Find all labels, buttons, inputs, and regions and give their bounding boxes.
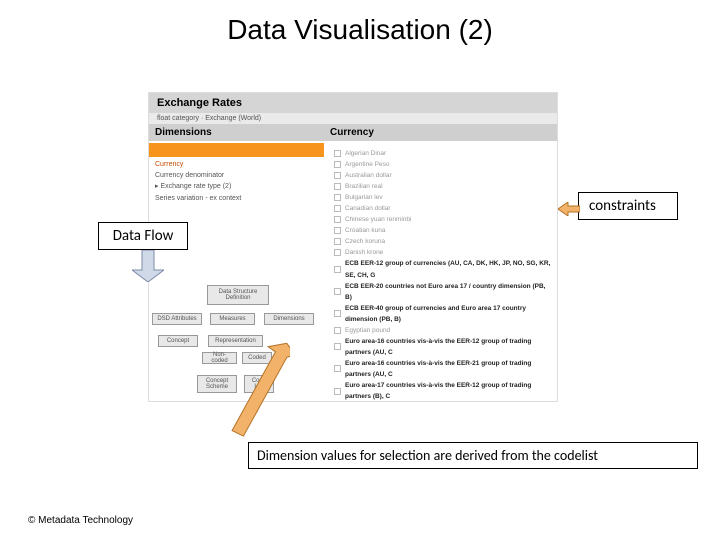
dim-box: Dimensions: [264, 313, 314, 325]
active-bar: [149, 143, 324, 157]
list-item[interactable]: Bulgarian lev: [334, 192, 553, 203]
list-item-dark[interactable]: Euro area-17 countries vis-à-vis the EER…: [334, 380, 553, 402]
checkbox-icon[interactable]: [334, 194, 341, 201]
checkbox-icon[interactable]: [334, 388, 341, 395]
slide-title: Data Visualisation (2): [0, 14, 720, 46]
caption-box: Dimension values for selection are deriv…: [248, 442, 698, 469]
list-item-dark[interactable]: ECB EER-40 group of currencies and Euro …: [334, 303, 553, 325]
checkbox-icon[interactable]: [334, 150, 341, 157]
checkbox-icon[interactable]: [334, 288, 341, 295]
list-item[interactable]: Brazilian real: [334, 181, 553, 192]
checkbox-icon[interactable]: [334, 310, 341, 317]
footer-text: © Metadata Technology: [28, 515, 133, 526]
meas-box: Measures: [210, 313, 255, 325]
checkbox-icon[interactable]: [334, 205, 341, 212]
dim-item[interactable]: ▸ Exchange rate type (2): [155, 181, 318, 192]
list-item[interactable]: Argentine Peso: [334, 159, 553, 170]
list-item[interactable]: Czech koruna: [334, 236, 553, 247]
list-item-dark[interactable]: Euro area-16 countries vis-à-vis the EER…: [334, 336, 553, 358]
dim-item-active[interactable]: Currency: [155, 159, 318, 170]
list-item[interactable]: Croatian kuna: [334, 225, 553, 236]
checkbox-icon[interactable]: [334, 216, 341, 223]
panel-subheader: float category · Exchange (World): [149, 113, 557, 124]
checkbox-icon[interactable]: [334, 327, 341, 334]
checkbox-icon[interactable]: [334, 266, 341, 273]
panel-header: Exchange Rates: [149, 93, 557, 113]
checkbox-icon[interactable]: [334, 172, 341, 179]
concept-box: Concept: [158, 335, 198, 347]
list-item[interactable]: Egyptian pound: [334, 325, 553, 336]
list-item[interactable]: Chinese yuan renminbi: [334, 214, 553, 225]
checkbox-icon[interactable]: [334, 343, 341, 350]
list-item[interactable]: Canadian dollar: [334, 203, 553, 214]
dimensions-heading: Dimensions: [149, 124, 324, 141]
constraints-callout: constraints: [578, 192, 678, 220]
list-item-dark[interactable]: ECB EER-12 group of currencies (AU, CA, …: [334, 258, 553, 280]
list-item-dark[interactable]: ECB EER-20 countries not Euro area 17 / …: [334, 281, 553, 303]
list-item[interactable]: Algerian Dinar: [334, 148, 553, 159]
dim-item[interactable]: Series variation - ex context: [155, 193, 318, 204]
dim-item[interactable]: Currency denominator: [155, 170, 318, 181]
arrow-down-icon: [132, 250, 164, 282]
currency-heading: Currency: [324, 124, 557, 141]
checkbox-icon[interactable]: [334, 227, 341, 234]
attr-box: DSD Attributes: [152, 313, 202, 325]
arrow-diag-icon: [230, 340, 290, 440]
dimension-list: Currency Currency denominator ▸ Exchange…: [149, 157, 324, 206]
list-item[interactable]: Danish krone: [334, 247, 553, 258]
arrow-left-icon: [558, 202, 580, 216]
checkbox-icon[interactable]: [334, 238, 341, 245]
currency-list: Algerian Dinar Argentine Peso Australian…: [334, 148, 553, 402]
checkbox-icon[interactable]: [334, 365, 341, 372]
checkbox-icon[interactable]: [334, 249, 341, 256]
dataflow-callout: Data Flow: [98, 222, 188, 250]
list-item-dark[interactable]: Euro area-16 countries vis-à-vis the EER…: [334, 358, 553, 380]
dsd-box: Data Structure Definition: [207, 285, 269, 305]
checkbox-icon[interactable]: [334, 183, 341, 190]
checkbox-icon[interactable]: [334, 161, 341, 168]
list-item[interactable]: Australian dollar: [334, 170, 553, 181]
